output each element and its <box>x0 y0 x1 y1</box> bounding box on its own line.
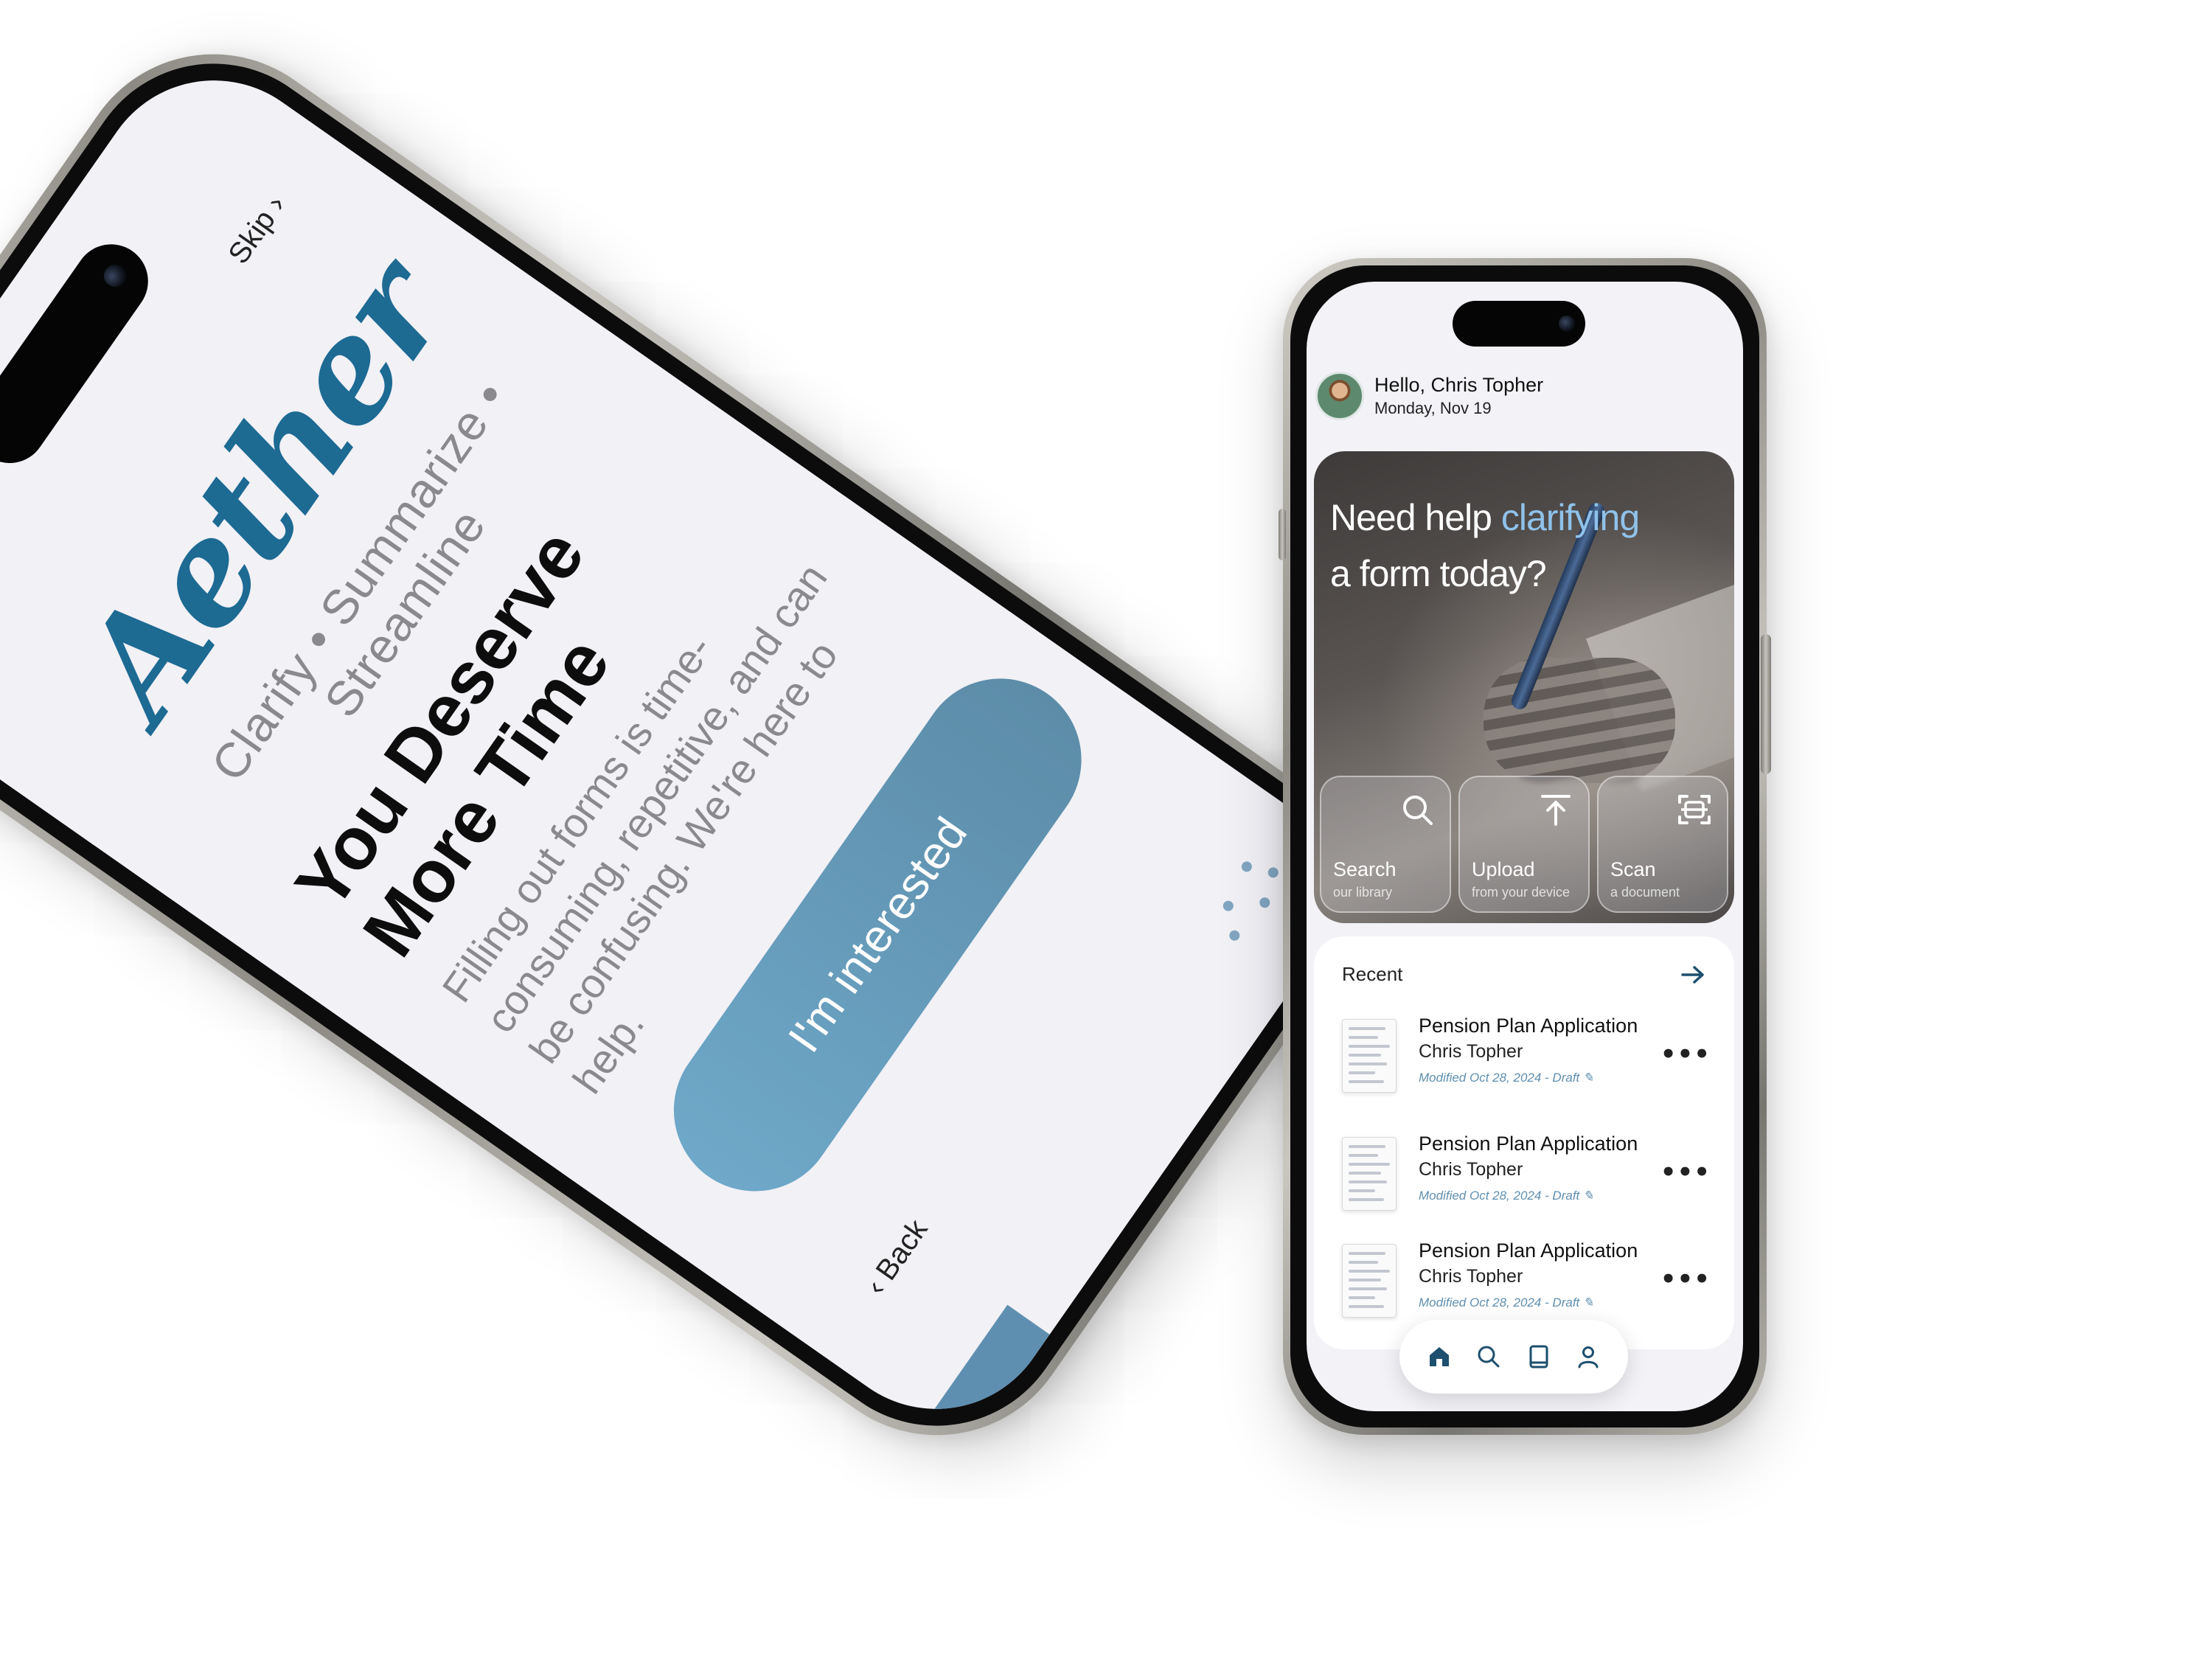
dynamic-island <box>1453 301 1585 347</box>
document-meta: Modified Oct 28, 2024 - Draft ✎ <box>1419 1071 1594 1085</box>
search-action-subtitle: our library <box>1333 885 1393 900</box>
hero-title-highlight: clarifying <box>1500 497 1640 538</box>
onboarding-progress-bar <box>922 1304 1050 1455</box>
upload-action-title: Upload <box>1472 858 1535 880</box>
recent-panel: Recent Pension Plan Application Chris To… <box>1314 936 1734 1349</box>
home-screen: Hello, Chris Topher Monday, Nov 19 Need … <box>1307 282 1743 1411</box>
onboarding-phone-frame: Skip › Aether Clarify • Summarize • Stre… <box>0 0 1411 1491</box>
document-owner: Chris Topher <box>1419 1041 1523 1062</box>
hero-title: Need help clarifying a form today? <box>1330 490 1728 602</box>
tab-profile[interactable] <box>1573 1342 1603 1371</box>
power-button <box>1761 634 1771 774</box>
scan-action-subtitle: a document <box>1610 885 1680 900</box>
greeting-header: Hello, Chris Topher Monday, Nov 19 <box>1315 372 1543 420</box>
avatar[interactable] <box>1315 372 1364 420</box>
document-owner: Chris Topher <box>1419 1266 1523 1287</box>
tab-library[interactable] <box>1524 1342 1554 1371</box>
hero-title-suffix: a form today? <box>1330 553 1547 594</box>
document-title: Pension Plan Application <box>1419 1015 1638 1037</box>
search-library-button[interactable]: Search our library <box>1320 776 1451 913</box>
action-button <box>1279 509 1286 560</box>
document-title: Pension Plan Application <box>1419 1239 1638 1262</box>
tab-search[interactable] <box>1474 1342 1503 1371</box>
document-meta: Modified Oct 28, 2024 - Draft ✎ <box>1419 1189 1594 1203</box>
hero-title-prefix: Need help <box>1330 497 1501 538</box>
profile-icon <box>1578 1346 1599 1368</box>
document-thumbnail <box>1342 1019 1397 1093</box>
upload-document-button[interactable]: Upload from your device <box>1458 776 1590 913</box>
document-title: Pension Plan Application <box>1419 1133 1638 1155</box>
greeting-name: Hello, Chris Topher <box>1374 374 1544 396</box>
hero-photo-sleeve <box>1484 658 1675 783</box>
home-icon <box>1429 1347 1449 1366</box>
home-phone: Hello, Chris Topher Monday, Nov 19 Need … <box>1279 258 1771 1435</box>
recent-document-row[interactable]: Pension Plan Application Chris Topher Mo… <box>1342 1128 1718 1224</box>
quick-actions: Search our library Upload from your devi… <box>1320 776 1728 913</box>
im-interested-label: I'm interested <box>778 808 977 1062</box>
scan-action-title: Scan <box>1610 858 1656 880</box>
onboarding-phone-bezel: Skip › Aether Clarify • Summarize • Stre… <box>0 11 1399 1478</box>
greeting-date: Monday, Nov 19 <box>1374 399 1492 417</box>
document-thumbnail <box>1342 1244 1397 1318</box>
more-options-icon[interactable]: ••• <box>1660 1265 1711 1294</box>
recent-title: Recent <box>1342 963 1403 985</box>
tab-home[interactable] <box>1425 1342 1454 1371</box>
search-action-title: Search <box>1333 858 1397 880</box>
upload-action-subtitle: from your device <box>1472 885 1571 900</box>
recent-document-row[interactable]: Pension Plan Application Chris Topher Mo… <box>1342 1235 1718 1331</box>
onboarding-screen: Skip › Aether Clarify • Summarize • Stre… <box>0 34 1377 1455</box>
home-phone-bezel: Hello, Chris Topher Monday, Nov 19 Need … <box>1290 265 1759 1427</box>
document-meta: Modified Oct 28, 2024 - Draft ✎ <box>1419 1295 1594 1310</box>
more-options-icon[interactable]: ••• <box>1660 1158 1711 1187</box>
search-icon <box>1403 796 1433 825</box>
scan-document-button[interactable]: Scan a document <box>1597 776 1728 913</box>
bottom-tab-bar <box>1399 1320 1628 1394</box>
upload-icon <box>1541 795 1571 826</box>
skip-button[interactable]: Skip › <box>222 189 293 271</box>
more-options-icon[interactable]: ••• <box>1660 1040 1711 1069</box>
scan-icon <box>1678 795 1711 824</box>
arrow-right-icon[interactable] <box>1678 960 1708 990</box>
camera-lens-icon <box>1559 316 1575 332</box>
document-thumbnail <box>1342 1137 1397 1211</box>
hero-card: Need help clarifying a form today? Searc… <box>1314 451 1734 923</box>
search-icon <box>1478 1346 1500 1368</box>
document-owner: Chris Topher <box>1419 1159 1523 1180</box>
back-button[interactable]: ‹ Back <box>860 1214 935 1301</box>
book-icon <box>1529 1345 1548 1368</box>
recent-document-row[interactable]: Pension Plan Application Chris Topher Mo… <box>1342 1010 1718 1106</box>
